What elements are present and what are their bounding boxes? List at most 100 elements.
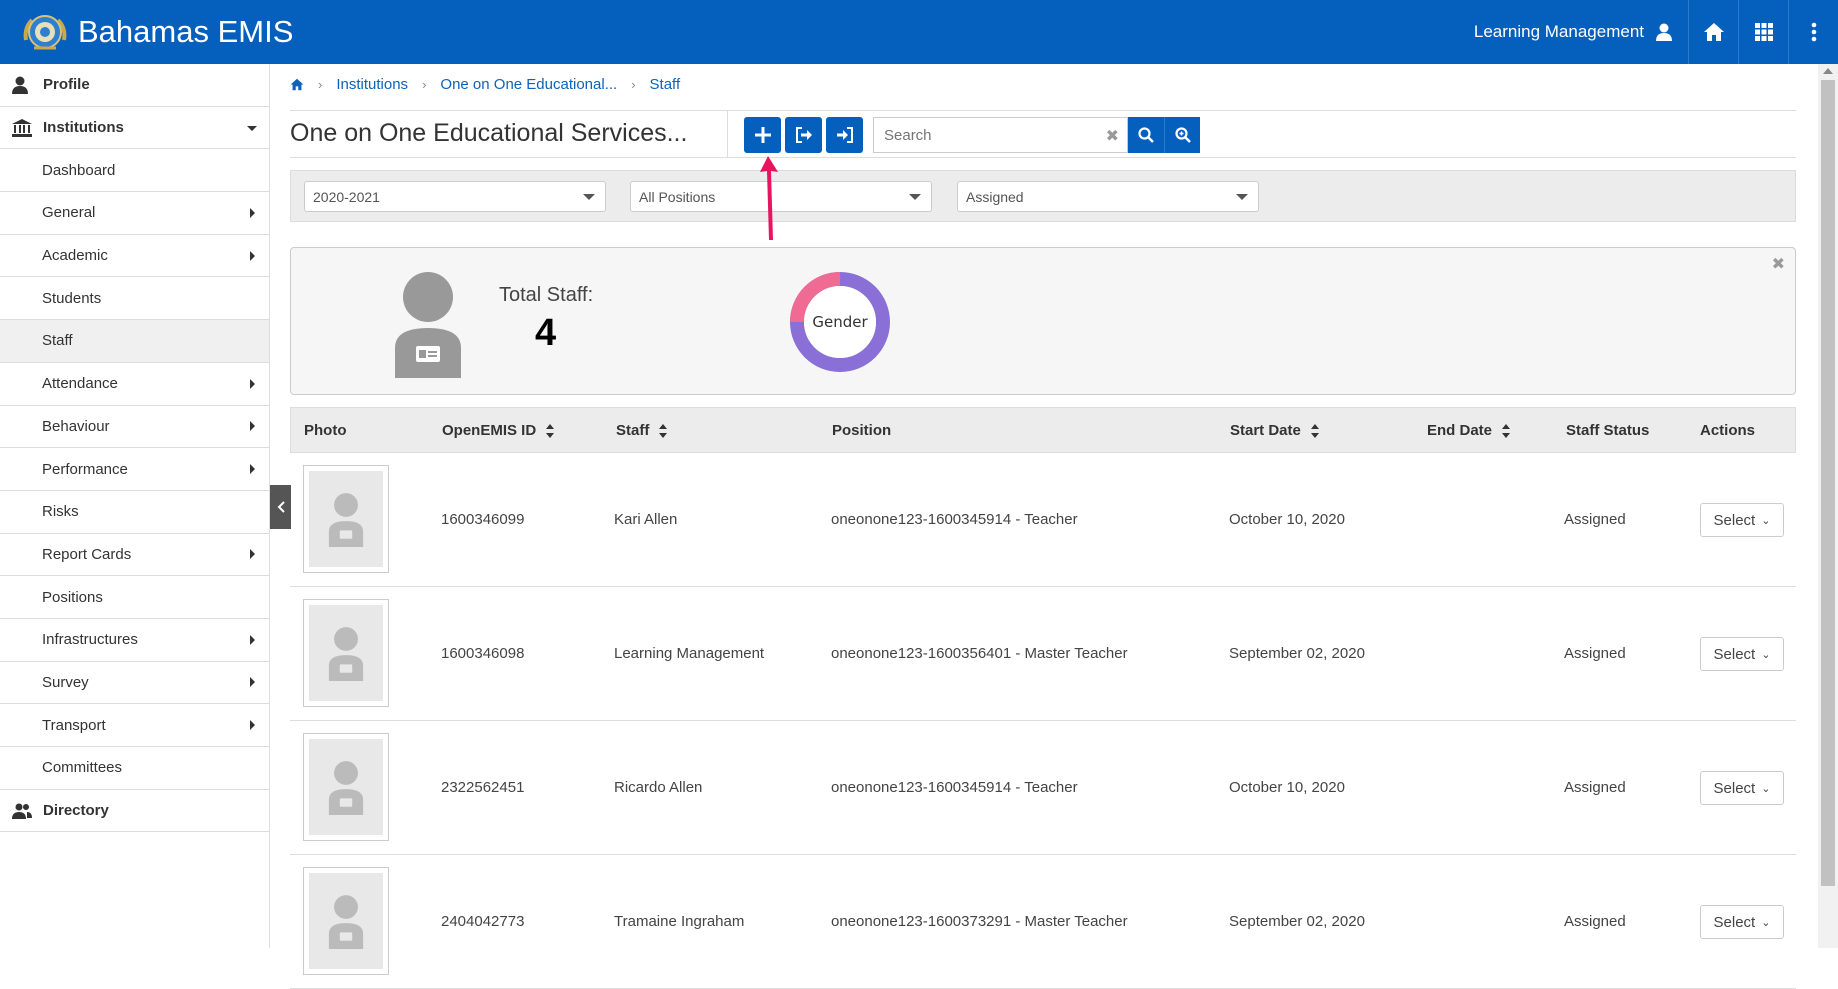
- table-row[interactable]: 1600346099 Kari Allen oneonone123-160034…: [290, 453, 1796, 587]
- sign-out-icon: [795, 127, 812, 143]
- column-position: Position: [832, 422, 892, 439]
- apps-button[interactable]: [1738, 0, 1788, 64]
- cell-staff-name[interactable]: Ricardo Allen: [614, 779, 702, 796]
- sidebar-item-behaviour[interactable]: Behaviour: [0, 406, 269, 449]
- chevron-down-icon: ⌄: [1761, 782, 1771, 795]
- home-icon[interactable]: [290, 78, 304, 91]
- advanced-search-button[interactable]: [1164, 117, 1200, 153]
- row-actions-select-button[interactable]: Select ⌄: [1700, 905, 1784, 939]
- grid-icon: [1754, 23, 1773, 41]
- academic-period-select[interactable]: 2020-2021: [304, 181, 606, 212]
- sidebar-item-positions[interactable]: Positions: [0, 576, 269, 619]
- sidebar-item-committees[interactable]: Committees: [0, 747, 269, 790]
- caret-right-icon: [250, 677, 255, 688]
- breadcrumb-staff[interactable]: Staff: [650, 76, 681, 93]
- sidebar-item-label: Transport: [42, 716, 106, 734]
- sidebar-item-dashboard[interactable]: Dashboard: [0, 149, 269, 193]
- sidebar-item-survey[interactable]: Survey: [0, 662, 269, 705]
- select-label: Select: [1713, 913, 1756, 931]
- cell-staff-status: Assigned: [1564, 645, 1626, 662]
- row-actions-select-button[interactable]: Select ⌄: [1700, 637, 1784, 671]
- row-actions-select-button[interactable]: Select ⌄: [1700, 503, 1784, 537]
- sidebar-item-transport[interactable]: Transport: [0, 704, 269, 747]
- search-field[interactable]: ✖: [873, 117, 1128, 153]
- column-end-date[interactable]: End Date: [1427, 422, 1511, 439]
- more-menu-button[interactable]: [1788, 0, 1838, 64]
- row-actions-select-button[interactable]: Select ⌄: [1700, 771, 1784, 805]
- cell-staff-status: Assigned: [1564, 511, 1626, 528]
- status-select[interactable]: Assigned: [957, 181, 1259, 212]
- cell-openemis-id: 2404042773: [441, 913, 525, 930]
- sidebar-item-label: Committees: [42, 759, 123, 777]
- sidebar-item-directory[interactable]: Directory: [0, 790, 269, 833]
- breadcrumb-separator-icon: ›: [318, 77, 323, 92]
- user-icon[interactable]: [1656, 23, 1672, 41]
- cell-staff-name[interactable]: Learning Management: [614, 645, 764, 662]
- sidebar-item-students[interactable]: Students: [0, 277, 269, 321]
- caret-right-icon: [250, 464, 255, 475]
- sidebar-item-label: Infrastructures: [42, 631, 138, 649]
- breadcrumb-institution-name[interactable]: One on One Educational...: [440, 76, 617, 93]
- sidebar-item-profile[interactable]: Profile: [0, 64, 269, 107]
- table-header: Photo OpenEMIS ID Staff Position Start D…: [290, 407, 1796, 453]
- table-row[interactable]: 2322562451 Ricardo Allen oneonone123-160…: [290, 721, 1796, 855]
- sidebar-item-staff[interactable]: Staff: [0, 320, 269, 363]
- cell-position: oneonone123-1600356401 - Master Teacher: [831, 645, 1128, 662]
- cell-start-date: September 02, 2020: [1229, 645, 1365, 662]
- sidebar-item-attendance[interactable]: Attendance: [0, 363, 269, 406]
- sidebar-item-label: Risks: [42, 503, 79, 521]
- breadcrumb: › Institutions › One on One Educational.…: [290, 76, 680, 93]
- sort-icon: [546, 423, 555, 438]
- current-user-name[interactable]: Learning Management: [1474, 22, 1644, 42]
- export-button[interactable]: [785, 117, 822, 153]
- caret-down-icon: [909, 194, 921, 200]
- search-input[interactable]: [874, 118, 1094, 152]
- table-row[interactable]: 2404042773 Tramaine Ingraham oneonone123…: [290, 855, 1796, 989]
- sidebar-item-label: Directory: [43, 802, 109, 820]
- caret-right-icon: [250, 720, 255, 731]
- cell-staff-name[interactable]: Tramaine Ingraham: [614, 913, 744, 930]
- staff-photo: [303, 733, 389, 841]
- table-row[interactable]: 1600346098 Learning Management oneonone1…: [290, 587, 1796, 721]
- sidebar: Profile Institutions Dashboard General A…: [0, 64, 270, 948]
- sidebar-item-risks[interactable]: Risks: [0, 491, 269, 534]
- app-title: Bahamas EMIS: [78, 14, 294, 49]
- import-button[interactable]: [826, 117, 863, 153]
- sidebar-collapse-button[interactable]: [270, 485, 291, 529]
- column-start-date[interactable]: Start Date: [1230, 422, 1319, 439]
- sidebar-item-academic[interactable]: Academic: [0, 235, 269, 278]
- add-button[interactable]: [744, 117, 781, 153]
- page-scrollbar[interactable]: [1818, 64, 1838, 948]
- select-value: 2020-2021: [313, 189, 380, 205]
- sidebar-item-label: Survey: [42, 673, 89, 691]
- sidebar-item-institutions[interactable]: Institutions: [0, 107, 269, 150]
- sidebar-item-general[interactable]: General: [0, 192, 269, 235]
- column-openemis-id[interactable]: OpenEMIS ID: [442, 422, 555, 439]
- home-button[interactable]: [1688, 0, 1738, 64]
- scrollbar-thumb[interactable]: [1821, 80, 1835, 886]
- search-button[interactable]: [1128, 117, 1164, 153]
- column-actions: Actions: [1700, 422, 1756, 439]
- sidebar-item-infrastructures[interactable]: Infrastructures: [0, 619, 269, 662]
- column-staff-status: Staff Status: [1566, 422, 1650, 439]
- close-icon[interactable]: ✖: [1772, 254, 1785, 274]
- sidebar-item-performance[interactable]: Performance: [0, 448, 269, 491]
- sort-icon: [659, 423, 668, 438]
- sidebar-item-label: Positions: [42, 588, 103, 606]
- sidebar-item-report-cards[interactable]: Report Cards: [0, 534, 269, 577]
- brand[interactable]: Bahamas EMIS: [20, 10, 293, 54]
- scroll-up-icon[interactable]: [1823, 68, 1833, 74]
- cell-staff-name[interactable]: Kari Allen: [614, 511, 677, 528]
- sidebar-item-label: Profile: [43, 76, 90, 94]
- breadcrumb-institutions[interactable]: Institutions: [336, 76, 408, 93]
- sidebar-item-label: Staff: [42, 332, 73, 350]
- emis-logo: [23, 15, 67, 50]
- sort-icon: [1310, 423, 1319, 438]
- column-staff[interactable]: Staff: [616, 422, 668, 439]
- sidebar-item-label: Institutions: [43, 119, 124, 137]
- clear-icon[interactable]: ✖: [1106, 126, 1119, 146]
- sidebar-item-label: Academic: [42, 247, 108, 265]
- sort-icon: [1502, 423, 1511, 438]
- staff-photo: [303, 867, 389, 975]
- caret-down-icon: [247, 125, 257, 131]
